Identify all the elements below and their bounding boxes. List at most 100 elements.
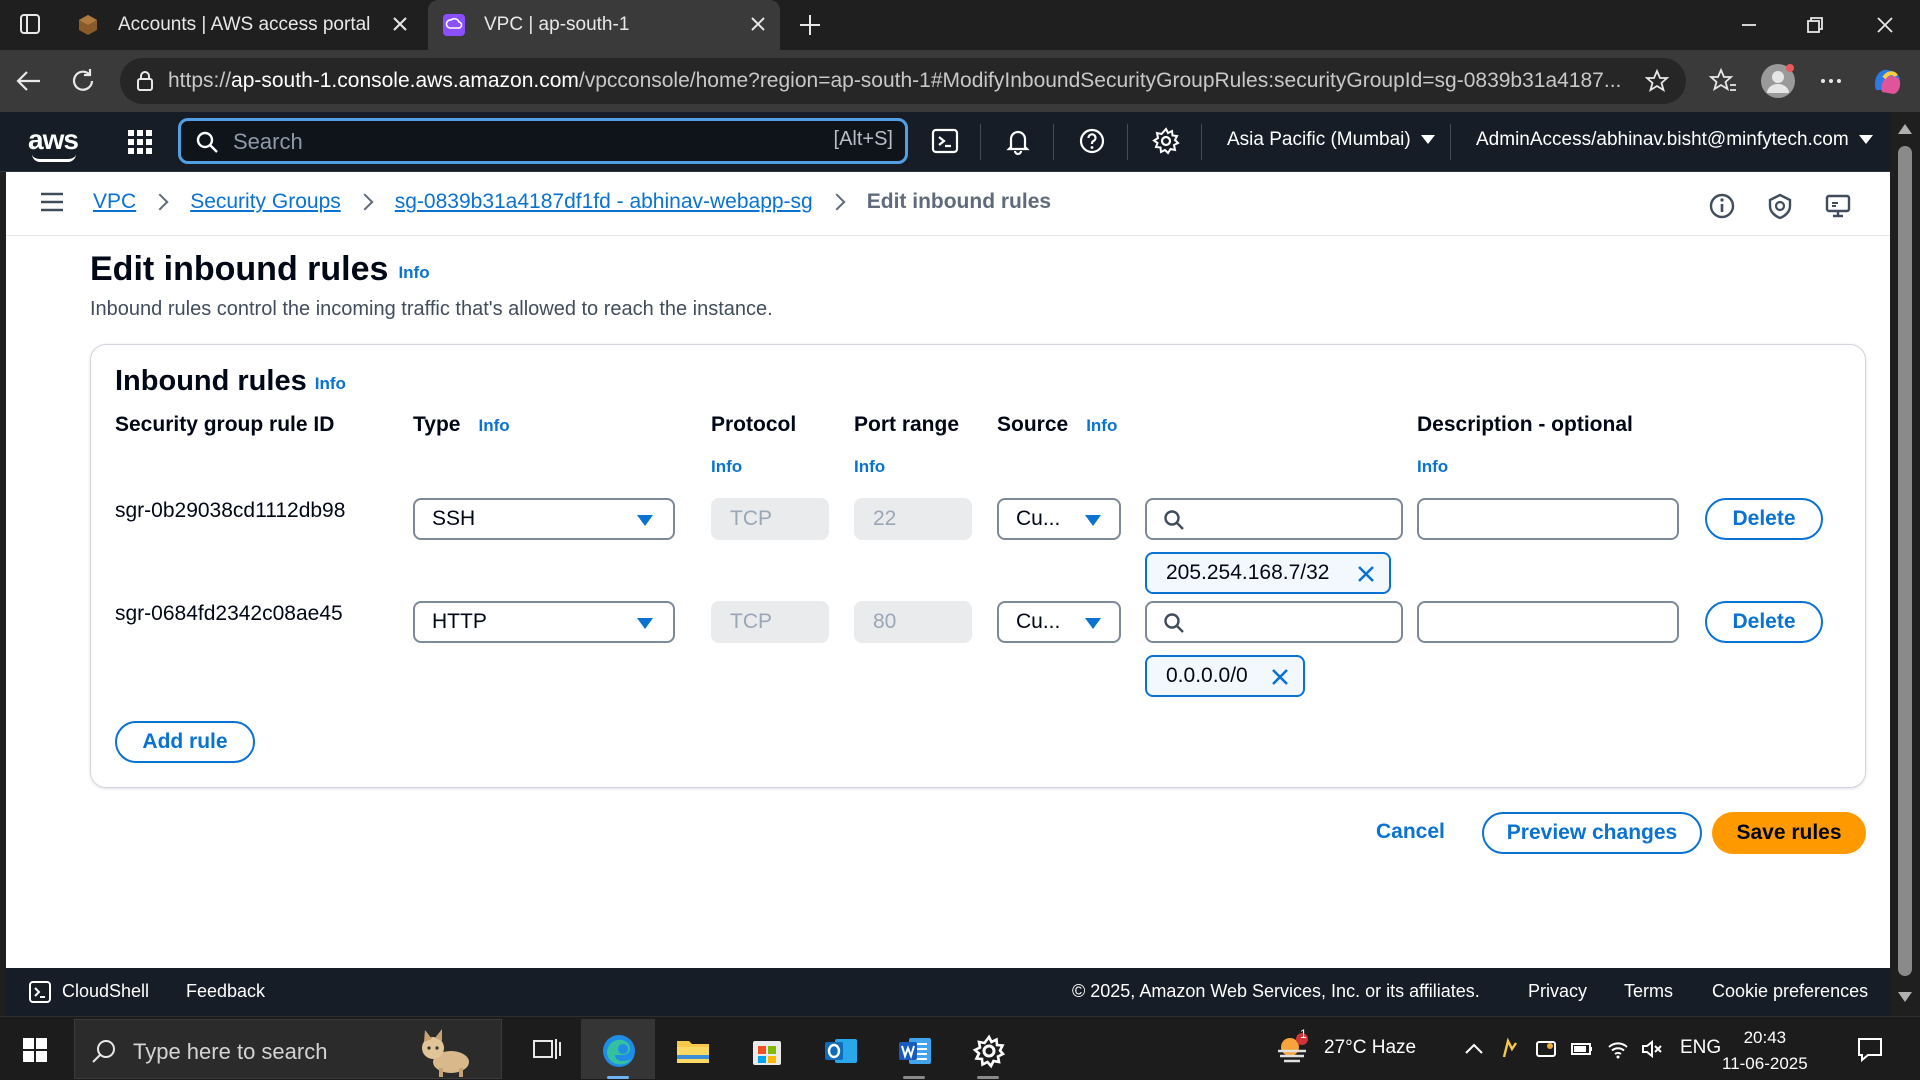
wifi-icon[interactable] bbox=[1606, 1037, 1630, 1061]
source-type-select[interactable]: Cu... bbox=[997, 498, 1121, 540]
clock-date: 11-06-2025 bbox=[1722, 1054, 1808, 1073]
tab-actions-icon[interactable] bbox=[18, 12, 42, 36]
dropdown-caret-icon bbox=[637, 515, 653, 526]
remove-token-icon[interactable] bbox=[1355, 563, 1377, 585]
copilot-icon[interactable] bbox=[1870, 64, 1904, 98]
close-window-icon[interactable] bbox=[1872, 12, 1898, 38]
protocol-field-disabled: TCP bbox=[711, 601, 829, 643]
protocol-info-link[interactable]: Info bbox=[711, 457, 742, 477]
save-rules-button[interactable]: Save rules bbox=[1712, 812, 1866, 854]
notifications-bell-icon[interactable] bbox=[1003, 126, 1033, 156]
aws-search-box[interactable]: [Alt+S] bbox=[178, 118, 908, 164]
volume-muted-icon[interactable] bbox=[1640, 1037, 1664, 1061]
source-info-link[interactable]: Info bbox=[1086, 416, 1117, 435]
account-menu[interactable]: AdminAccess/abhinav.bisht@minfytech.com bbox=[1476, 129, 1873, 151]
rule-type-select[interactable]: SSH bbox=[413, 498, 675, 540]
notification-center-icon[interactable] bbox=[1856, 1035, 1884, 1063]
scroll-up-arrow-icon[interactable] bbox=[1898, 124, 1912, 134]
task-view-button[interactable] bbox=[510, 1019, 584, 1079]
tray-meet-now-icon[interactable] bbox=[1534, 1037, 1558, 1061]
tab-aws-access-portal[interactable]: Accounts | AWS access portal bbox=[62, 0, 422, 50]
more-menu-icon[interactable] bbox=[1816, 66, 1846, 96]
taskbar-search-box[interactable]: Type here to search bbox=[74, 1019, 502, 1079]
site-info-lock-icon[interactable] bbox=[132, 68, 158, 94]
menu-hamburger-icon[interactable] bbox=[40, 192, 64, 212]
footer-feedback-link[interactable]: Feedback bbox=[186, 981, 265, 1002]
delete-rule-button[interactable]: Delete bbox=[1705, 601, 1823, 643]
taskbar-file-explorer[interactable] bbox=[655, 1019, 729, 1079]
minimize-icon[interactable] bbox=[1736, 12, 1762, 38]
inbound-rules-panel: Inbound rules Info Security group rule ID… bbox=[90, 344, 1866, 788]
search-input[interactable] bbox=[233, 127, 793, 157]
column-header-source: Source Info bbox=[997, 413, 1118, 436]
source-type-select[interactable]: Cu... bbox=[997, 601, 1121, 643]
feedback-screen-icon[interactable] bbox=[1824, 192, 1852, 220]
port-range-info-link[interactable]: Info bbox=[854, 457, 885, 477]
description-info-link[interactable]: Info bbox=[1417, 457, 1448, 477]
close-tab-icon[interactable] bbox=[390, 14, 410, 34]
services-grid-icon[interactable] bbox=[126, 128, 154, 156]
input-language[interactable]: ENG bbox=[1680, 1037, 1721, 1059]
rule-type-select[interactable]: HTTP bbox=[413, 601, 675, 643]
taskbar-outlook[interactable] bbox=[803, 1019, 877, 1079]
taskbar-settings[interactable] bbox=[951, 1019, 1025, 1079]
windows-start-icon[interactable] bbox=[22, 1037, 48, 1063]
rule-id: sgr-0b29038cd1112db98 bbox=[115, 499, 346, 522]
refresh-icon[interactable] bbox=[68, 66, 98, 96]
scroll-down-arrow-icon[interactable] bbox=[1898, 992, 1912, 1002]
taskbar-word[interactable] bbox=[877, 1019, 951, 1079]
url-field[interactable]: https://ap-south-1.console.aws.amazon.co… bbox=[120, 58, 1686, 104]
footer-cookie-preferences-link[interactable]: Cookie preferences bbox=[1712, 981, 1868, 1002]
page-scrollbar[interactable] bbox=[1890, 112, 1920, 1016]
remove-token-icon[interactable] bbox=[1269, 666, 1291, 688]
battery-icon[interactable] bbox=[1570, 1037, 1594, 1061]
scrollbar-thumb[interactable] bbox=[1898, 146, 1912, 976]
outlook-icon bbox=[825, 1039, 857, 1063]
info-panel-icon[interactable] bbox=[1708, 192, 1736, 220]
taskbar-clock[interactable]: 20:43 11-06-2025 bbox=[1722, 1025, 1808, 1077]
profile-avatar-icon[interactable] bbox=[1760, 63, 1796, 99]
show-hidden-icons-chevron-icon[interactable] bbox=[1462, 1037, 1486, 1061]
aws-logo[interactable]: aws bbox=[28, 124, 79, 162]
close-tab-icon[interactable] bbox=[748, 14, 768, 34]
column-header-rule-id: Security group rule ID bbox=[115, 413, 335, 436]
aws-portal-favicon-icon bbox=[79, 15, 97, 35]
taskbar-microsoft-store[interactable] bbox=[729, 1019, 803, 1079]
favorites-bar-icon[interactable] bbox=[1708, 66, 1738, 96]
region-selector[interactable]: Asia Pacific (Mumbai) bbox=[1227, 129, 1435, 151]
security-shield-icon[interactable] bbox=[1766, 192, 1794, 220]
browser-tabstrip: Accounts | AWS access portal VPC | ap-so… bbox=[0, 0, 1920, 50]
breadcrumb-security-groups[interactable]: Security Groups bbox=[190, 190, 341, 214]
add-rule-button[interactable]: Add rule bbox=[115, 721, 255, 763]
footer-terms-link[interactable]: Terms bbox=[1624, 981, 1673, 1002]
taskbar-edge-app[interactable] bbox=[581, 1019, 655, 1079]
footer-cloudshell-link[interactable]: CloudShell bbox=[62, 981, 149, 1002]
cancel-button[interactable]: Cancel bbox=[1376, 820, 1445, 844]
cloudshell-icon[interactable] bbox=[28, 980, 52, 1004]
panel-info-link[interactable]: Info bbox=[315, 374, 346, 393]
settings-gear-icon[interactable] bbox=[1151, 126, 1181, 156]
help-icon[interactable] bbox=[1077, 126, 1107, 156]
back-icon[interactable] bbox=[14, 66, 44, 96]
page-info-link[interactable]: Info bbox=[398, 263, 429, 282]
delete-rule-button[interactable]: Delete bbox=[1705, 498, 1823, 540]
source-cidr-token: 205.254.168.7/32 bbox=[1145, 552, 1391, 594]
rule-description-input[interactable] bbox=[1417, 601, 1679, 643]
tab-vpc[interactable]: VPC | ap-south-1 bbox=[428, 0, 780, 50]
search-icon bbox=[92, 1040, 115, 1063]
cloudshell-icon[interactable] bbox=[930, 126, 960, 156]
source-cidr-search[interactable] bbox=[1145, 601, 1403, 643]
breadcrumb-vpc[interactable]: VPC bbox=[93, 190, 136, 214]
preview-changes-button[interactable]: Preview changes bbox=[1482, 812, 1702, 854]
breadcrumb-security-group[interactable]: sg-0839b31a4187df1fd - abhinav-webapp-sg bbox=[395, 190, 813, 214]
new-tab-icon[interactable] bbox=[796, 11, 824, 39]
source-cidr-search[interactable] bbox=[1145, 498, 1403, 540]
footer-privacy-link[interactable]: Privacy bbox=[1528, 981, 1587, 1002]
weather-text[interactable]: 27°C Haze bbox=[1324, 1037, 1416, 1059]
type-info-link[interactable]: Info bbox=[478, 416, 509, 435]
favorite-star-icon[interactable] bbox=[1644, 68, 1670, 94]
rule-description-input[interactable] bbox=[1417, 498, 1679, 540]
search-icon bbox=[1164, 510, 1184, 530]
restore-icon[interactable] bbox=[1802, 12, 1828, 38]
tray-app-icon[interactable] bbox=[1498, 1037, 1522, 1061]
